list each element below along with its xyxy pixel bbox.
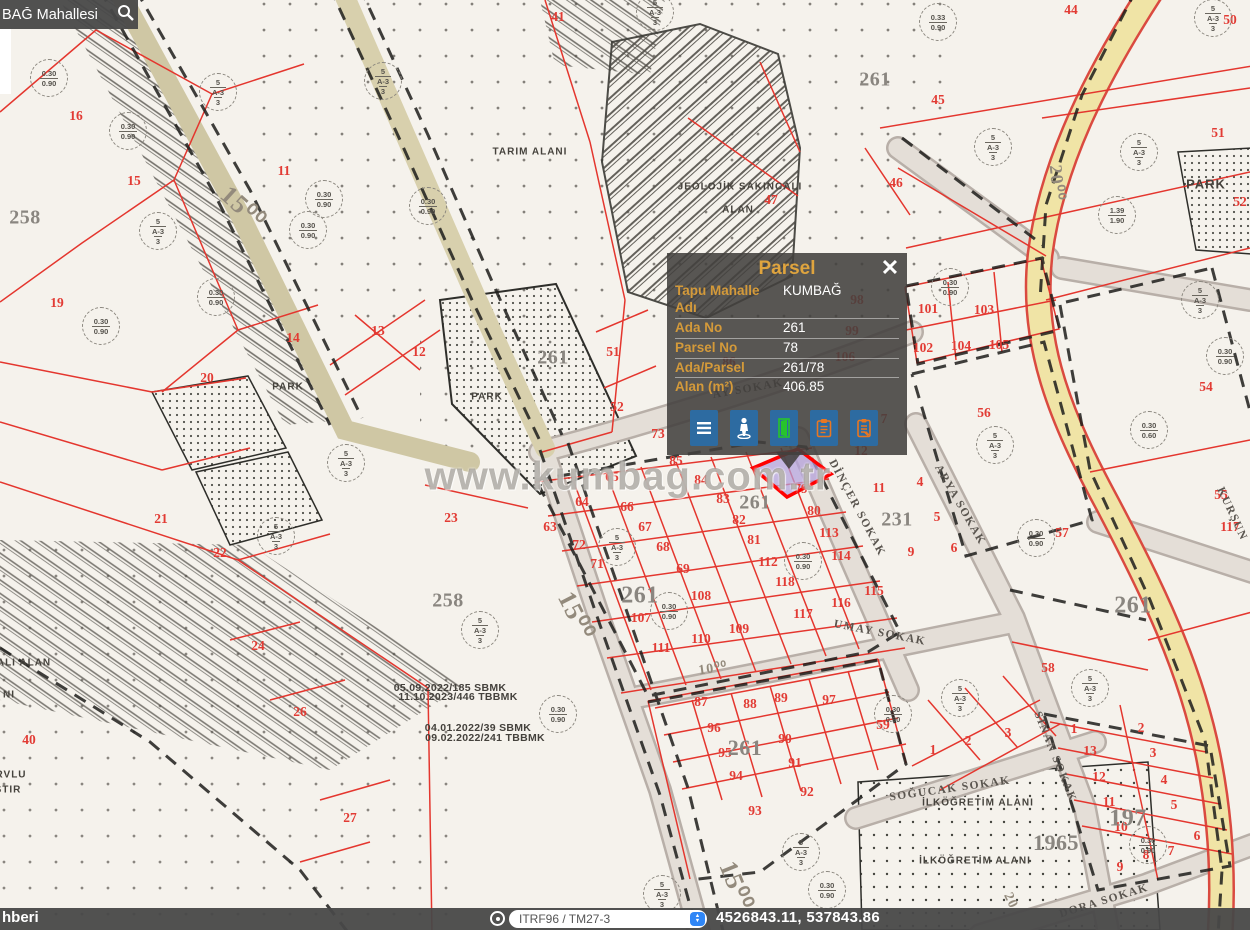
field-label: Ada/Parsel xyxy=(675,358,783,378)
close-icon[interactable]: ✕ xyxy=(877,255,903,281)
popup-title: Parsel xyxy=(667,253,907,280)
field-label: Parsel No xyxy=(675,338,783,358)
field-value: 406.85 xyxy=(783,378,899,397)
left-panel-edge xyxy=(0,29,11,94)
parcel-info-popup: Parsel ✕ Tapu Mahalle Adı KUMBAĞ Ada No … xyxy=(667,253,907,455)
search-input[interactable]: BAĞ Mahallesi xyxy=(0,7,112,23)
field-value: 78 xyxy=(783,338,899,358)
deed-button[interactable] xyxy=(850,410,878,446)
field-value: 261/78 xyxy=(783,358,899,378)
menu-button[interactable] xyxy=(690,410,718,446)
door-icon xyxy=(777,418,791,438)
field-label: Tapu Mahalle Adı xyxy=(675,282,783,318)
report-button[interactable] xyxy=(810,410,838,446)
parcel-info-table: Tapu Mahalle Adı KUMBAĞ Ada No 261 Parse… xyxy=(675,282,899,397)
locate-icon[interactable] xyxy=(490,911,505,926)
stepper-icon[interactable]: ▲▼ xyxy=(690,912,705,926)
crs-select[interactable]: ITRF96 / TM27-3 ▲▼ xyxy=(509,910,707,928)
clipboard-icon xyxy=(816,418,832,438)
field-value: KUMBAĞ xyxy=(783,282,899,318)
street-view-button[interactable] xyxy=(730,410,758,446)
pegman-icon xyxy=(736,417,752,439)
menu-icon xyxy=(696,421,712,435)
legend-label[interactable]: hberi xyxy=(2,909,39,926)
popup-toolbar xyxy=(690,410,878,446)
search-icon[interactable] xyxy=(112,4,138,26)
crs-value: ITRF96 / TM27-3 xyxy=(509,912,690,926)
door-button[interactable] xyxy=(770,410,798,446)
search-bar[interactable]: BAĞ Mahallesi xyxy=(0,0,138,29)
field-label: Ada No xyxy=(675,318,783,338)
map-application: 4144454647505152161511191413122021222324… xyxy=(0,0,1250,930)
map-canvas[interactable] xyxy=(0,0,1250,930)
coordinates-readout: 4526843.11, 537843.86 xyxy=(716,909,880,926)
field-value: 261 xyxy=(783,318,899,338)
status-bar: hberi ITRF96 / TM27-3 ▲▼ 4526843.11, 537… xyxy=(0,908,1250,930)
field-label: Alan (m²) xyxy=(675,378,783,397)
document-icon xyxy=(856,418,872,438)
